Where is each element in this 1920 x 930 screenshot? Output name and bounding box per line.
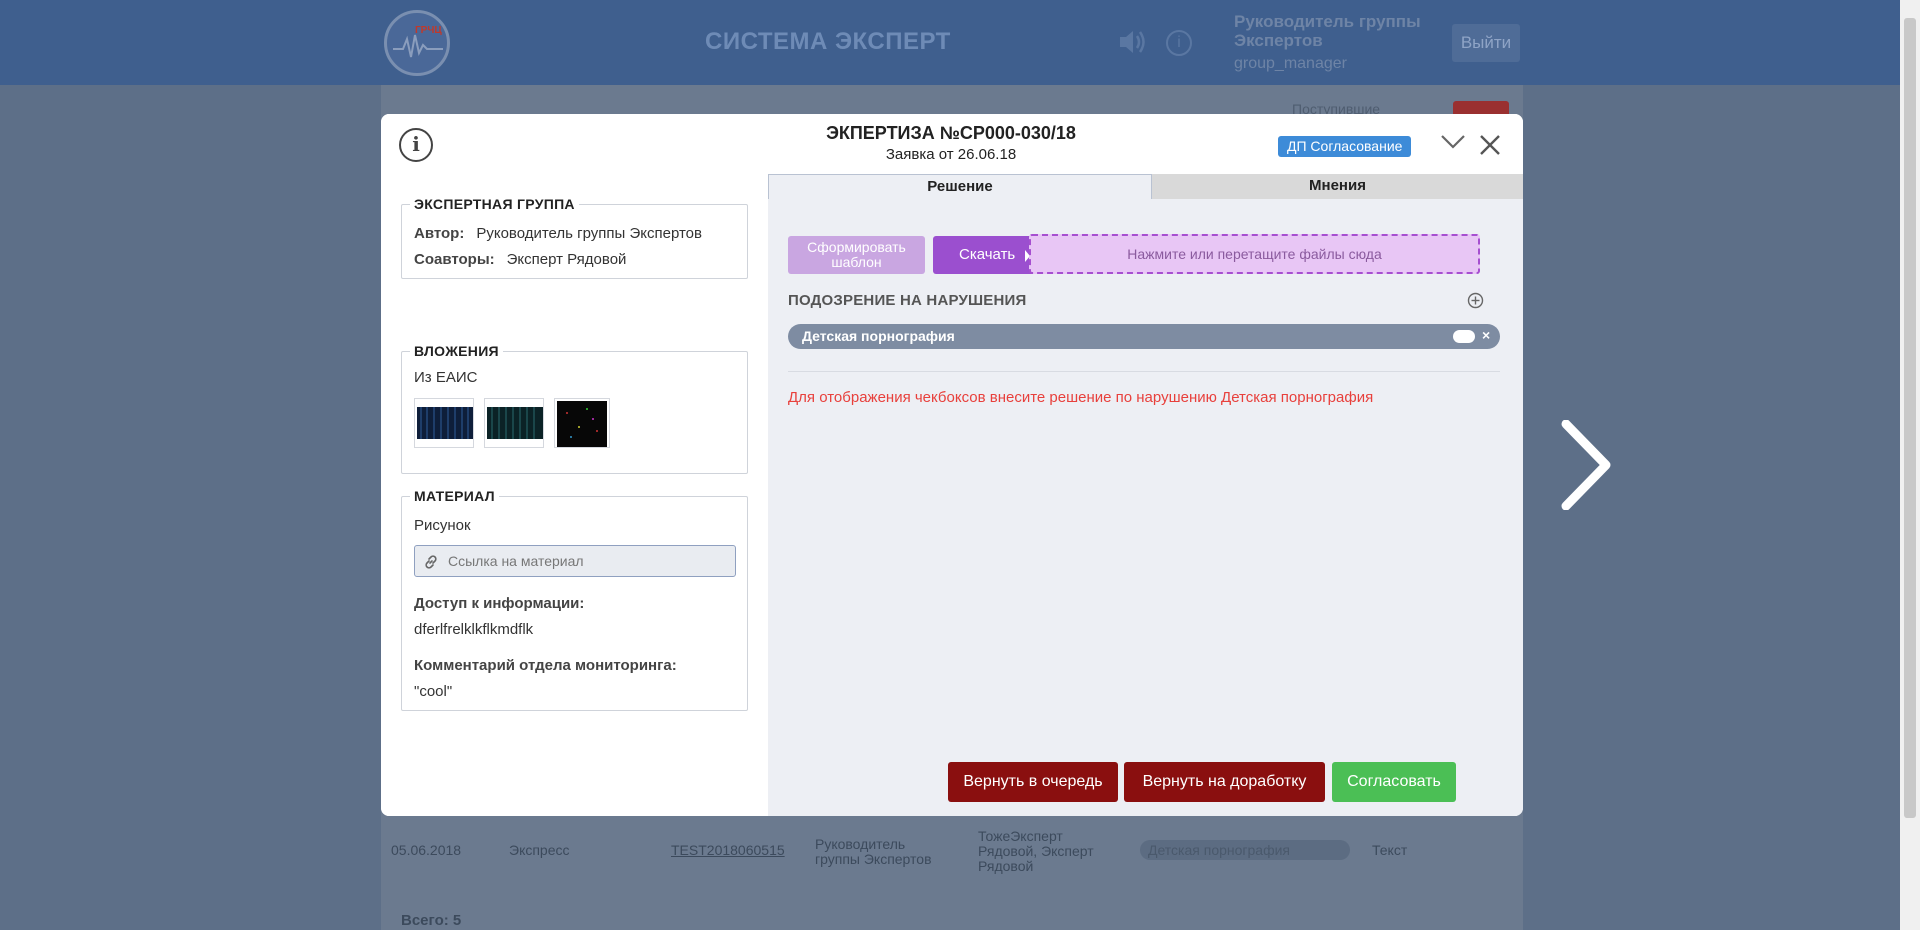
download-label: Скачать <box>959 246 1016 263</box>
row-violation-badge: Детская порнография <box>1140 840 1350 860</box>
app-title: СИСТЕМА ЭКСПЕРТ <box>705 28 951 55</box>
material-section: МАТЕРИАЛ Рисунок Ссылка на материал Дост… <box>401 488 748 711</box>
modal-title: ЭКПЕРТИЗА №CP000-030/18 <box>826 123 1076 143</box>
logout-button[interactable]: Выйти <box>1452 24 1520 62</box>
checkbox-warning: Для отображения чекбоксов внесите решени… <box>788 389 1374 406</box>
tab-decision[interactable]: Решение <box>768 174 1152 199</box>
image-thumbnail-icon <box>417 407 473 439</box>
suspicion-title: ПОДОЗРЕНИЕ НА НАРУШЕНИЯ <box>788 292 1027 309</box>
close-icon[interactable] <box>1477 132 1503 158</box>
attachments-source: Из ЕАИС <box>414 369 478 386</box>
expertise-modal: i ЭКПЕРТИЗА №CP000-030/18 Заявка от 26.0… <box>381 114 1523 816</box>
material-link-placeholder: Ссылка на материал <box>448 553 584 569</box>
author-key: Автор: <box>414 225 465 242</box>
violation-tag: Детская порнография × <box>788 324 1500 349</box>
material-link-input[interactable]: Ссылка на материал <box>414 545 736 577</box>
logo: ГРЧЦ <box>384 10 450 76</box>
chevron-down-icon[interactable] <box>1439 130 1467 154</box>
help-icon[interactable]: i <box>1166 30 1192 56</box>
download-button[interactable]: Скачать <box>933 236 1039 274</box>
add-circle-icon[interactable] <box>1467 292 1484 309</box>
violation-label: Детская порнография <box>802 328 955 344</box>
coauthors-key: Соавторы: <box>414 251 495 268</box>
row-date: 05.06.2018 <box>391 842 462 858</box>
tab-opinions[interactable]: Мнения <box>1152 174 1523 199</box>
link-icon <box>425 555 437 569</box>
return-to-queue-button[interactable]: Вернуть в очередь <box>948 762 1118 802</box>
info-column: ЭКСПЕРТНАЯ ГРУППА Автор: Руководитель гру… <box>381 174 768 816</box>
attachment-thumbnail[interactable] <box>484 398 544 448</box>
scrollbar-thumb[interactable] <box>1904 18 1916 818</box>
info-icon[interactable]: i <box>399 128 433 162</box>
attachment-thumbnail[interactable] <box>414 398 474 448</box>
total-count: Всего: 5 <box>401 912 462 929</box>
comment-key: Комментарий отдела мониторинга: <box>414 657 677 674</box>
decision-column: Решение Мнения Сформировать шаблон Скача… <box>768 174 1523 816</box>
row-material: Текст <box>1372 842 1408 858</box>
top-bar: ГРЧЦ СИСТЕМА ЭКСПЕРТ i Руководитель груп… <box>0 0 1900 85</box>
access-value: dferlfrelklkflkmdflk <box>414 621 534 638</box>
row-type: Экспресс <box>509 842 570 858</box>
divider <box>788 371 1500 372</box>
row-coauthors: ТожеЭксперт Рядовой, Эксперт Рядовой <box>978 828 1094 874</box>
speaker-icon[interactable] <box>1118 28 1148 56</box>
coauthors-value: Эксперт Рядовой <box>506 251 627 268</box>
material-legend: МАТЕРИАЛ <box>410 488 499 504</box>
image-thumbnail-icon <box>557 401 607 447</box>
approve-button[interactable]: Согласовать <box>1332 762 1456 802</box>
modal-header: i ЭКПЕРТИЗА №CP000-030/18 Заявка от 26.0… <box>381 114 1523 174</box>
toggle-icon[interactable] <box>1453 330 1475 343</box>
material-type: Рисунок <box>414 517 471 534</box>
expert-group-legend: ЭКСПЕРТНАЯ ГРУППА <box>410 196 579 212</box>
generate-template-button[interactable]: Сформировать шаблон <box>788 236 925 274</box>
chevron-right-icon[interactable] <box>1560 420 1620 510</box>
coauthors-line: Соавторы: Эксперт Рядовой <box>414 251 626 268</box>
attachments-section: ВЛОЖЕНИЯ Из ЕАИС <box>401 343 748 474</box>
access-key: Доступ к информации: <box>414 595 585 612</box>
attachment-thumbnail[interactable] <box>554 398 610 448</box>
author-value: Руководитель группы Экспертов <box>476 225 702 242</box>
user-login: group_manager <box>1234 55 1347 72</box>
expert-group-section: ЭКСПЕРТНАЯ ГРУППА Автор: Руководитель гру… <box>401 196 748 279</box>
modal-subtitle: Заявка от 26.06.18 <box>885 146 1017 163</box>
attachments-legend: ВЛОЖЕНИЯ <box>410 343 503 359</box>
return-for-rework-button[interactable]: Вернуть на доработку <box>1124 762 1325 802</box>
file-dropzone[interactable]: Нажмите или перетащите файлы сюда <box>1029 234 1480 274</box>
row-link[interactable]: TEST2018060515 <box>671 843 785 858</box>
comment-value: "cool" <box>414 683 453 700</box>
author-line: Автор: Руководитель группы Экспертов <box>414 225 702 242</box>
user-role: Руководитель группы Экспертов <box>1234 12 1421 50</box>
remove-violation-icon[interactable]: × <box>1482 327 1490 343</box>
pulse-icon <box>393 34 443 58</box>
image-thumbnail-icon <box>487 407 543 439</box>
status-badge: ДП Согласование <box>1278 136 1412 157</box>
row-author: Руководитель группы Экспертов <box>815 836 932 867</box>
